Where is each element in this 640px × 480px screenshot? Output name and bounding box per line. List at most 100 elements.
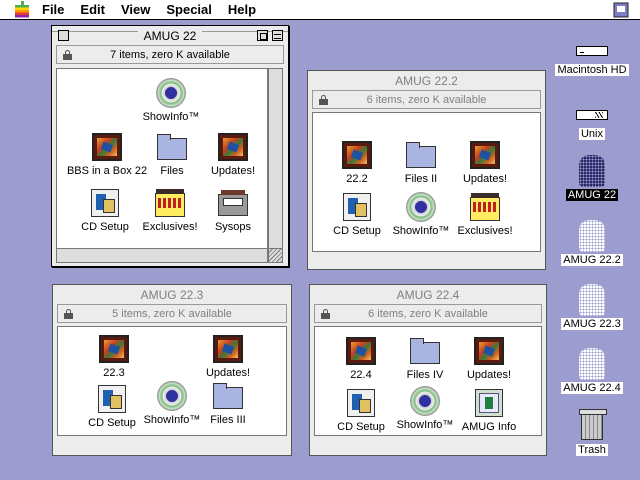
box-icon	[218, 190, 248, 216]
installer-icon	[343, 193, 371, 221]
icon-label: ShowInfo™	[392, 225, 450, 237]
file-icon[interactable]: Updates!	[445, 139, 525, 185]
window-content: 22.4 Files IV Updates! CD Setup ShowInfo…	[314, 326, 542, 436]
file-icon[interactable]: 22.3	[74, 333, 154, 379]
cd-rom-icon	[579, 155, 605, 187]
desktop-icon-label: AMUG 22.4	[561, 382, 623, 394]
icon-label: Files III	[210, 414, 246, 426]
installer-icon	[91, 189, 119, 217]
file-icon[interactable]: ShowInfo™	[131, 77, 211, 123]
desktop-icon-amug-22-2[interactable]: AMUG 22.2	[552, 220, 632, 266]
apple-menu-icon[interactable]	[14, 0, 32, 19]
exclusives-icon	[470, 193, 500, 221]
file-icon[interactable]: Sysops	[193, 187, 273, 233]
desktop-icon-trash[interactable]: Trash	[552, 409, 632, 456]
window-info: 5 items, zero K available	[112, 307, 232, 320]
cd-rom-icon	[579, 220, 605, 252]
application-menu-icon[interactable]	[612, 2, 630, 18]
vertical-scrollbar[interactable]	[268, 68, 283, 249]
menu-help[interactable]: Help	[228, 2, 256, 17]
icon-label: CD Setup	[337, 421, 385, 433]
menu-special[interactable]: Special	[166, 2, 212, 17]
desktop-icon-unix[interactable]: Unix	[552, 94, 632, 140]
installer-icon	[98, 385, 126, 413]
picture-icon	[213, 335, 243, 363]
title-bar[interactable]: AMUG 22.2	[308, 71, 545, 90]
title-bar[interactable]: AMUG 22.3	[53, 285, 291, 304]
desktop-icon-amug-22[interactable]: AMUG 22	[552, 155, 632, 201]
icon-label: CD Setup	[81, 221, 129, 233]
lock-icon	[63, 50, 72, 60]
title-bar[interactable]: AMUG 22	[52, 26, 288, 45]
icon-label: Exclusives!	[142, 221, 198, 233]
hard-disk-icon	[576, 46, 608, 56]
window-info: 7 items, zero K available	[110, 48, 230, 61]
window-amug-22[interactable]: AMUG 22 7 items, zero K available ShowIn…	[51, 25, 289, 267]
icon-label: CD Setup	[333, 225, 381, 237]
folder-icon	[406, 142, 436, 168]
icon-label: Exclusives!	[457, 225, 513, 237]
icon-label: ShowInfo™	[396, 419, 454, 431]
icon-label: Files IV	[406, 369, 444, 381]
menu-edit[interactable]: Edit	[80, 2, 105, 17]
window-content: 22.2 Files II Updates! CD Setup ShowInfo…	[312, 112, 541, 252]
desktop-icon-label: AMUG 22.3	[561, 318, 623, 330]
picture-icon	[346, 337, 376, 365]
icon-label: Files	[160, 165, 184, 177]
picture-icon	[470, 141, 500, 169]
exclusives-icon	[155, 189, 185, 217]
icon-label: CD Setup	[88, 417, 136, 429]
menu-file[interactable]: File	[42, 2, 64, 17]
title-bar[interactable]: AMUG 22.4	[310, 285, 546, 304]
file-icon[interactable]: Updates!	[188, 333, 268, 379]
file-icon[interactable]: AMUG Info	[449, 387, 529, 433]
desktop-icon-label: Macintosh HD	[555, 64, 629, 76]
picture-icon	[92, 133, 122, 161]
desktop-icon-label: AMUG 22	[565, 189, 619, 201]
folder-icon	[157, 134, 187, 160]
picture-icon	[99, 335, 129, 363]
lock-icon	[64, 309, 73, 319]
window-title: AMUG 22	[137, 28, 203, 43]
desktop-icon-amug-22-3[interactable]: AMUG 22.3	[552, 284, 632, 330]
cd-icon	[406, 192, 436, 222]
desktop-icon-amug-22-4[interactable]: AMUG 22.4	[552, 348, 632, 394]
file-icon[interactable]: Updates!	[449, 335, 529, 381]
picture-icon	[474, 337, 504, 365]
resize-box[interactable]	[268, 248, 283, 263]
hard-disk-icon	[576, 110, 608, 120]
installer-icon	[347, 389, 375, 417]
desktop-icon-label: Unix	[578, 128, 605, 140]
menu-bar: File Edit View Special Help	[0, 0, 640, 20]
collapse-box[interactable]	[272, 30, 283, 41]
cd-icon	[157, 381, 187, 411]
file-icon[interactable]: Exclusives!	[445, 191, 525, 237]
horizontal-scrollbar[interactable]	[56, 248, 268, 263]
file-icon[interactable]: Files III	[188, 380, 268, 426]
zoom-box[interactable]	[257, 30, 268, 41]
window-title: AMUG 22.4	[396, 287, 460, 302]
window-amug-22-4[interactable]: AMUG 22.4 6 items, zero K available 22.4…	[309, 284, 547, 456]
trash-icon	[579, 409, 607, 440]
window-title: AMUG 22.3	[140, 287, 204, 302]
close-box[interactable]	[58, 30, 69, 41]
icon-label: Updates!	[466, 369, 512, 381]
menu-view[interactable]: View	[121, 2, 150, 17]
window-info: 6 items, zero K available	[366, 93, 487, 106]
cd-rom-icon	[579, 348, 605, 380]
window-info-header: 6 items, zero K available	[314, 304, 542, 323]
file-icon[interactable]: Updates!	[193, 131, 273, 177]
desktop-icon-macintosh-hd[interactable]: Macintosh HD	[552, 30, 632, 76]
window-amug-22-3[interactable]: AMUG 22.3 5 items, zero K available 22.3…	[52, 284, 292, 456]
cd-icon	[410, 386, 440, 416]
icon-label: Sysops	[214, 221, 252, 233]
icon-label: 22.3	[103, 367, 125, 379]
window-content: 22.3 Updates! CD Setup ShowInfo™ Files I…	[57, 326, 287, 436]
cd-rom-icon	[579, 284, 605, 316]
window-amug-22-2[interactable]: AMUG 22.2 6 items, zero K available 22.2…	[307, 70, 546, 270]
lock-icon	[321, 309, 330, 319]
desktop-icon-label: AMUG 22.2	[561, 254, 623, 266]
icon-label: 22.2	[346, 173, 368, 185]
desktop-icon-label: Trash	[576, 444, 608, 456]
picture-icon	[218, 133, 248, 161]
